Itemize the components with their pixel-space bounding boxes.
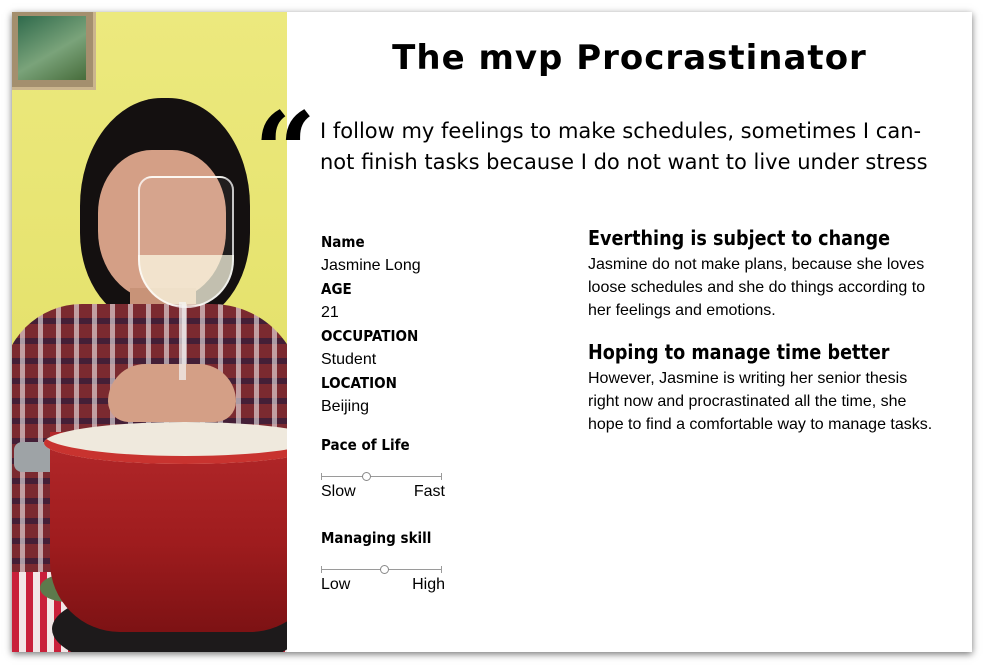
- location-label: LOCATION: [321, 374, 397, 392]
- managing-skill-knob: [379, 565, 389, 574]
- section-heading: Everthing is subject to change: [588, 226, 891, 250]
- managing-skill-label: Managing skill: [321, 529, 432, 547]
- location-value: Beijing: [321, 398, 370, 415]
- low-label: Low: [321, 576, 351, 593]
- persona-card: The mvp Procrastinator “ I follow my fee…: [12, 12, 972, 652]
- page-title: The mvp Procrastinator: [392, 38, 867, 78]
- slow-label: Slow: [321, 483, 356, 500]
- wine-glass: [138, 176, 234, 308]
- section-time-management: Hoping to manage time better However, Ja…: [588, 339, 938, 436]
- name-label: Name: [321, 233, 365, 251]
- section-body: However, Jasmine is writing her senior t…: [588, 370, 933, 433]
- managing-skill-scale: Managing skill Low High: [321, 529, 451, 599]
- pace-of-life-scale: Pace of Life Slow Fast: [321, 436, 451, 506]
- fast-label: Fast: [413, 483, 445, 500]
- persona-photo: [12, 12, 287, 652]
- section-body: Jasmine do not make plans, because she l…: [588, 256, 926, 319]
- pace-of-life-track: [321, 472, 442, 481]
- persona-details: Name Jasmine Long AGE 21 OCCUPATION Stud…: [321, 230, 561, 418]
- name-value: Jasmine Long: [321, 257, 421, 274]
- occupation-label: OCCUPATION: [321, 327, 419, 345]
- high-label: High: [412, 576, 445, 593]
- hands: [108, 364, 236, 422]
- managing-skill-track: [321, 565, 442, 574]
- pace-of-life-label: Pace of Life: [321, 436, 410, 454]
- occupation-value: Student: [321, 351, 377, 368]
- age-label: AGE: [321, 280, 352, 298]
- section-change: Everthing is subject to change Jasmine d…: [588, 225, 938, 322]
- pace-of-life-knob: [361, 472, 371, 481]
- section-heading: Hoping to manage time better: [588, 340, 890, 364]
- persona-quote: I follow my feelings to make schedules, …: [320, 119, 928, 174]
- age-value: 21: [321, 304, 339, 321]
- wall-painting: [12, 12, 96, 90]
- quote-mark-icon: “: [254, 89, 317, 215]
